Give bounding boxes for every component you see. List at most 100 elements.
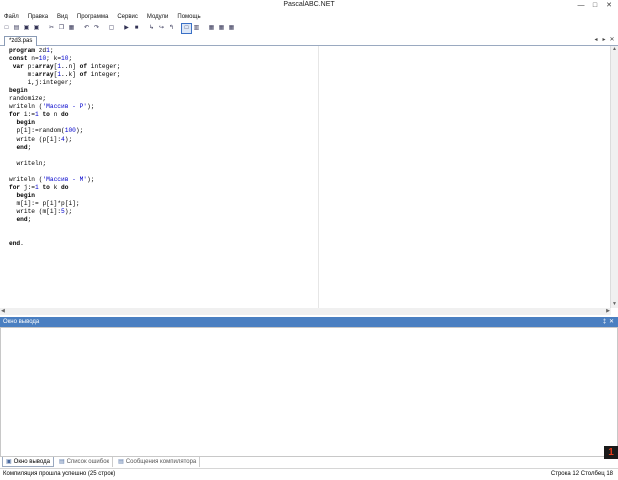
undo-icon[interactable]: ↶ <box>82 24 91 33</box>
row-label: Строка <box>550 471 571 477</box>
code-line: begin <box>16 191 36 199</box>
step-into-icon[interactable]: ↳ <box>147 24 156 33</box>
code-line: writeln; <box>16 159 47 167</box>
toolbar-separator <box>77 24 81 33</box>
output-window-icon[interactable]: □ <box>181 22 192 34</box>
scroll-left-arrow-icon[interactable]: ◀ <box>1 308 5 315</box>
save-all-icon[interactable]: ▣ <box>32 24 41 33</box>
options-icon[interactable]: ▦ <box>217 24 226 33</box>
close-button[interactable]: ✕ <box>602 0 616 11</box>
menu-help[interactable]: Помощь <box>177 13 200 22</box>
code-line: program zd1; <box>9 47 54 54</box>
copy-icon[interactable]: ❐ <box>57 24 66 33</box>
toolbar-separator <box>202 24 206 33</box>
menu-modules[interactable]: Модули <box>147 13 169 22</box>
output-window[interactable] <box>0 327 618 457</box>
compiler-messages-icon: ▤ <box>118 459 124 465</box>
menu-service[interactable]: Сервис <box>117 13 138 22</box>
menu-view[interactable]: Вид <box>57 13 68 22</box>
step-out-icon[interactable]: ↰ <box>167 24 176 33</box>
scroll-right-icon[interactable]: ▸ <box>600 36 608 45</box>
paste-icon[interactable]: ▦ <box>67 24 76 33</box>
minimize-button[interactable]: — <box>574 0 588 11</box>
tab-label: Сообщения компилятора <box>125 459 197 465</box>
toolbar-separator <box>117 24 121 33</box>
code-line: writeln ('Массив - P'); <box>9 103 95 111</box>
code-line: var p:array[1..n] of integer; <box>12 63 121 71</box>
code-line: randomize; <box>9 95 47 103</box>
code-line: p[i]:=random(100); <box>16 127 84 135</box>
right-margin-line <box>318 46 319 308</box>
tab-zd3[interactable]: *zd3.pas <box>4 36 38 46</box>
scroll-right-arrow-icon[interactable]: ▶ <box>606 308 610 315</box>
new-file-icon[interactable]: □ <box>2 24 11 33</box>
editor-horizontal-scrollbar[interactable]: ◀ ▶ <box>0 308 611 315</box>
code-text[interactable]: program zd1; const n=10; k=10; var p:arra… <box>9 47 121 248</box>
close-tab-icon[interactable]: ✕ <box>608 36 616 45</box>
output-panel-controls: ‡ ✕ <box>601 317 615 327</box>
code-line: const n=10; k=10; <box>9 55 73 63</box>
toolbar-separator <box>102 24 106 33</box>
code-line: for j:=1 to k do <box>9 183 69 191</box>
tab-label: Список ошибок <box>66 459 110 465</box>
tab-label: Окно вывода <box>13 458 50 465</box>
menu-edit[interactable]: Правка <box>28 13 48 22</box>
compile-icon[interactable]: ▢ <box>107 24 116 33</box>
menu-file[interactable]: Файл <box>4 13 19 22</box>
tab-label: zd3.pas <box>11 38 33 44</box>
status-bar: Компиляция прошла успешно (25 строк) Стр… <box>0 468 618 480</box>
toolbar-separator <box>42 24 46 33</box>
title-bar: PascalABC.NET — □ ✕ <box>0 0 618 13</box>
format-code-icon[interactable]: ▦ <box>207 24 216 33</box>
scroll-left-icon[interactable]: ◂ <box>592 36 600 45</box>
output-panel-title: Окно вывода <box>3 319 40 325</box>
bottom-tabs: ▣ Окно вывода ▤ Список ошибок ▤ Сообщения к… <box>0 457 618 468</box>
maximize-button[interactable]: □ <box>588 0 602 11</box>
help-icon[interactable]: ▦ <box>227 24 236 33</box>
notification-badge[interactable]: 1 <box>604 446 618 459</box>
code-line: begin <box>16 119 36 127</box>
run-icon[interactable]: ▶ <box>122 24 131 33</box>
scroll-up-icon[interactable]: ▲ <box>611 46 618 53</box>
step-over-icon[interactable]: ↪ <box>157 24 166 33</box>
code-line: for i:=1 to n do <box>9 111 69 119</box>
menu-bar: Файл Правка Вид Программа Сервис Модули … <box>0 13 618 22</box>
tab-controls: ◂ ▸ ✕ <box>592 36 616 45</box>
window-title: PascalABC.NET <box>283 1 335 8</box>
error-list-icon: ▤ <box>58 459 65 465</box>
code-line: end; <box>16 143 32 151</box>
code-line: i,j:integer; <box>27 79 73 87</box>
output-window-icon: ▣ <box>6 458 12 465</box>
status-message: Компиляция прошла успешно (25 строк) <box>3 471 116 477</box>
scroll-down-icon[interactable]: ▼ <box>611 301 618 308</box>
tab-output-window[interactable]: ▣ Окно вывода <box>2 457 54 467</box>
code-line: end. <box>9 240 24 248</box>
pin-icon[interactable]: ‡ <box>601 317 608 327</box>
form-designer-icon[interactable]: ▥ <box>192 24 201 33</box>
toolbar-separator <box>142 24 146 33</box>
cut-icon[interactable]: ✂ <box>47 24 56 33</box>
tab-compiler-messages[interactable]: ▤ Сообщения компилятора <box>115 457 201 467</box>
code-line: write (m[i]:5); <box>16 207 73 215</box>
code-editor[interactable]: program zd1; const n=10; k=10; var p:arra… <box>0 46 611 308</box>
code-line: write (p[i]:4); <box>16 135 73 143</box>
col-value: 18 <box>606 471 613 477</box>
editor-tabs: *zd3.pas ◂ ▸ ✕ <box>0 35 618 46</box>
code-line: m[i]:= p[i]*p[i]; <box>16 199 80 207</box>
close-panel-icon[interactable]: ✕ <box>608 317 615 327</box>
save-icon[interactable]: ▣ <box>22 24 31 33</box>
window-controls: — □ ✕ <box>574 0 616 11</box>
output-panel-header: Окно вывода ‡ ✕ <box>0 317 618 327</box>
editor-vertical-scrollbar[interactable]: ▲ ▼ <box>611 46 618 308</box>
code-line: m:array[1..k] of integer; <box>27 71 121 79</box>
row-value: 12 <box>572 471 580 477</box>
open-file-icon[interactable]: ▤ <box>12 24 21 33</box>
toolbar: □ ▤ ▣ ▣ ✂ ❐ ▦ ↶ ↷ ▢ ▶ ■ ↳ ↪ ↰ □ ▥ ▦ ▦ ▦ <box>0 22 618 34</box>
tab-error-list[interactable]: ▤ Список ошибок <box>56 457 114 467</box>
stop-icon[interactable]: ■ <box>132 24 141 33</box>
redo-icon[interactable]: ↷ <box>92 24 101 33</box>
menu-program[interactable]: Программа <box>77 13 108 22</box>
